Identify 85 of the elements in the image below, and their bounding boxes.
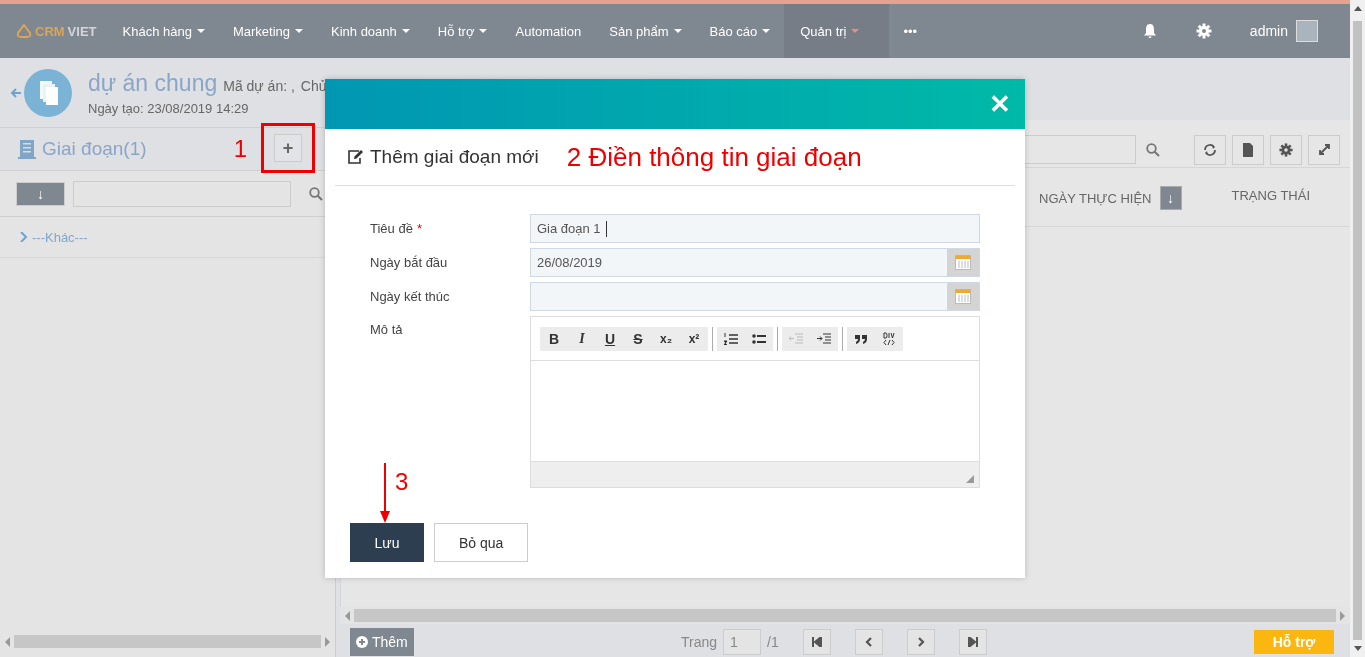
step-number: 1 bbox=[233, 135, 247, 163]
project-code-label: Mã dự án: , bbox=[223, 77, 295, 94]
edit-icon bbox=[347, 149, 364, 165]
plus-circle-icon bbox=[356, 636, 368, 648]
rich-text-editor[interactable]: B I U S x₂ x² bbox=[530, 316, 980, 488]
nav-menu-item[interactable]: Kinh doanh bbox=[317, 4, 424, 58]
outdent-icon bbox=[789, 332, 803, 345]
refresh-button[interactable] bbox=[1194, 134, 1226, 165]
search-icon[interactable] bbox=[1146, 142, 1160, 157]
page-label: Trang bbox=[681, 634, 718, 650]
column-header: TRẠNG THÁI bbox=[1231, 188, 1310, 203]
next-page-button[interactable] bbox=[906, 629, 935, 655]
previous-page-button[interactable] bbox=[854, 629, 883, 655]
chevron-right-icon[interactable] bbox=[20, 232, 28, 242]
back-arrow-icon[interactable] bbox=[10, 86, 22, 99]
created-date: Ngày tạo: 23/08/2019 14:29 bbox=[88, 100, 250, 116]
settings-icon[interactable] bbox=[1195, 23, 1212, 39]
sort-button[interactable]: ↓ bbox=[1159, 186, 1182, 210]
resize-grip-icon[interactable] bbox=[966, 475, 974, 483]
strike-button[interactable]: S bbox=[624, 326, 652, 351]
nav-menu-item[interactable]: Automation bbox=[501, 4, 596, 58]
bell-icon[interactable] bbox=[1141, 23, 1158, 39]
save-button[interactable]: Lưu bbox=[350, 523, 424, 562]
search-field[interactable] bbox=[73, 180, 291, 207]
indent-icon bbox=[817, 332, 831, 345]
bullet-list-icon bbox=[752, 332, 766, 345]
project-title: dự án chung bbox=[88, 69, 218, 97]
logo[interactable]: CRM VIET bbox=[16, 23, 97, 39]
calendar-icon[interactable] bbox=[955, 289, 971, 304]
italic-button[interactable]: I bbox=[568, 326, 596, 351]
input-field[interactable]: Gia đoạn 1 bbox=[530, 214, 980, 243]
field-label: Ngày bắt đầu bbox=[370, 255, 449, 270]
date-field[interactable] bbox=[530, 282, 980, 311]
user-name[interactable]: admin bbox=[1249, 23, 1288, 39]
add-button[interactable]: Thêm bbox=[350, 628, 414, 656]
vertical-scrollbar[interactable] bbox=[1350, 0, 1365, 657]
sub-button[interactable]: x₂ bbox=[652, 326, 680, 351]
dialog-title: Thêm giai đoạn mới bbox=[370, 146, 539, 168]
document-icon bbox=[1242, 142, 1254, 157]
page-input[interactable]: 1 bbox=[723, 629, 762, 655]
nav-menu-item[interactable]: Sản phẩm bbox=[595, 4, 696, 58]
first-page-icon bbox=[811, 637, 822, 647]
div-code-icon bbox=[883, 331, 895, 346]
nav-menu-item[interactable]: Khách hàng bbox=[108, 4, 219, 58]
building-icon bbox=[18, 139, 36, 159]
document-button[interactable] bbox=[1232, 134, 1264, 165]
column-header: NGÀY THỰC HIỆN bbox=[1039, 190, 1152, 206]
last-page-icon bbox=[967, 637, 978, 647]
annotation-text: 2 Điền thông tin giai đoạn bbox=[566, 141, 862, 173]
field-label: Mô tả bbox=[370, 321, 404, 337]
last-page-button[interactable] bbox=[958, 629, 987, 655]
nav-menu-item[interactable]: Hỗ trợ bbox=[423, 4, 502, 58]
numbered-list-icon bbox=[724, 332, 738, 345]
nav-menu-item[interactable]: Quản trị bbox=[784, 4, 890, 58]
cancel-button[interactable]: Bỏ qua bbox=[434, 523, 529, 562]
documents-icon bbox=[24, 68, 72, 117]
quote-icon bbox=[854, 333, 868, 344]
sup-button[interactable]: x² bbox=[680, 326, 708, 351]
settings-icon bbox=[1279, 142, 1293, 157]
chevron-left-icon bbox=[863, 637, 874, 647]
add-button[interactable]: + bbox=[274, 134, 302, 162]
page-total: /1 bbox=[767, 634, 779, 650]
underline-button[interactable]: U bbox=[596, 326, 624, 351]
bold-button[interactable]: B bbox=[540, 326, 568, 351]
chevron-right-icon bbox=[915, 637, 926, 647]
close-button[interactable]: ✕ bbox=[989, 91, 1011, 117]
field-label: Ngày kết thúc bbox=[370, 289, 451, 304]
nav-menu-item[interactable]: ••• bbox=[889, 4, 932, 58]
nav-menu-item[interactable]: Báo cáo bbox=[695, 4, 785, 58]
calendar-icon[interactable] bbox=[955, 255, 971, 270]
expand-icon bbox=[1317, 143, 1331, 156]
settings-button[interactable] bbox=[1270, 134, 1302, 165]
horizontal-scrollbar[interactable] bbox=[340, 607, 1350, 624]
search-icon[interactable] bbox=[309, 186, 323, 201]
panel-title: Giai đoạn(1) bbox=[42, 138, 147, 160]
date-field[interactable]: 26/08/2019 bbox=[530, 248, 980, 277]
nav-menu-item[interactable]: Marketing bbox=[218, 4, 317, 58]
expand-button[interactable] bbox=[1308, 134, 1340, 165]
sort-button[interactable]: ↓ bbox=[16, 181, 65, 206]
first-page-button[interactable] bbox=[802, 629, 831, 655]
annotation-arrow bbox=[380, 463, 390, 523]
step-number: 3 bbox=[395, 468, 409, 496]
refresh-icon bbox=[1203, 142, 1217, 157]
tree-item[interactable]: ---Khác--- bbox=[32, 229, 88, 245]
field-label: Tiêu đề * bbox=[370, 221, 423, 236]
